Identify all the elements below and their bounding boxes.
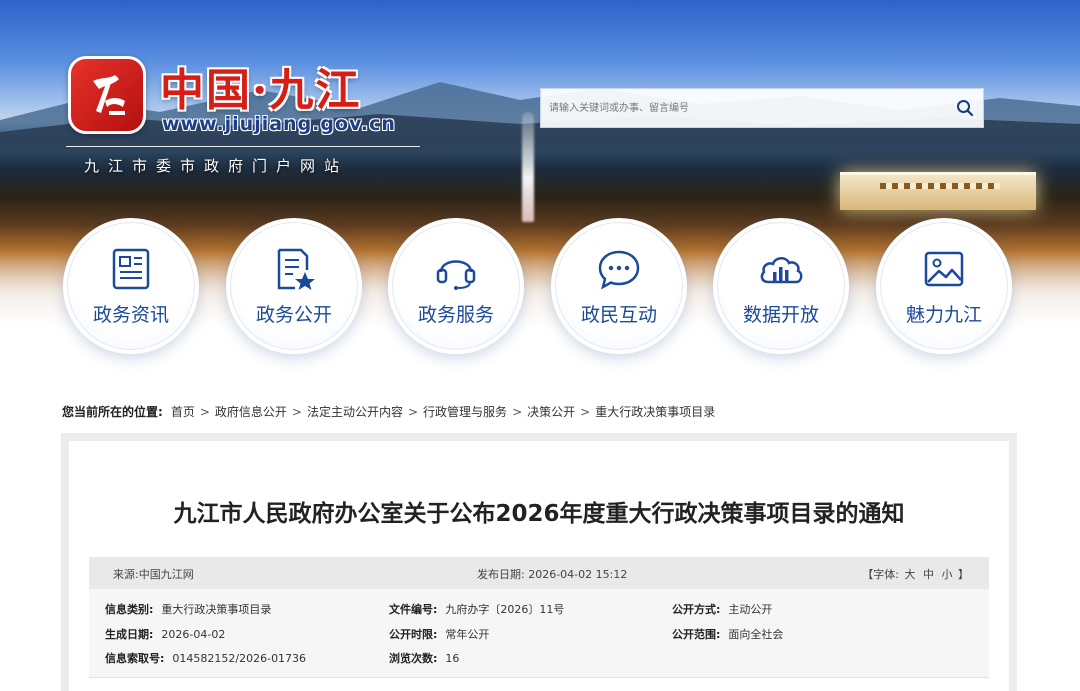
- date-label: 发布日期:: [477, 568, 525, 581]
- headset-icon: [436, 260, 476, 290]
- info-value: 主动公开: [728, 603, 773, 616]
- logo-divider: [66, 146, 420, 147]
- breadcrumb: 您当前所在的位置: 首页 > 政府信息公开 > 法定主动公开内容 > 行政管理与…: [62, 403, 715, 420]
- search-box: [540, 88, 984, 128]
- article-date: 发布日期: 2026-04-02 15:12: [477, 566, 627, 582]
- info-value: 常年公开: [445, 628, 490, 641]
- breadcrumb-separator: >: [407, 404, 419, 419]
- info-doc-number: 文件编号: 九府办字〔2026〕11号: [389, 601, 564, 617]
- nav-label: 数据开放: [742, 304, 819, 326]
- nav-item-interaction[interactable]: 政民互动: [551, 218, 687, 354]
- info-value: 九府办字〔2026〕11号: [445, 603, 565, 616]
- info-key: 生成日期:: [105, 628, 154, 641]
- breadcrumb-item-home[interactable]: 首页: [171, 403, 195, 420]
- breadcrumb-item-current[interactable]: 重大行政决策事项目录: [595, 403, 715, 420]
- font-size-small-button[interactable]: 小: [942, 568, 953, 581]
- info-table: 信息类别: 重大行政决策事项目录 文件编号: 九府办字〔2026〕11号 公开方式:…: [89, 589, 989, 677]
- nav-label: 政务资讯: [92, 304, 169, 326]
- info-value: 面向全社会: [728, 628, 784, 641]
- font-size-medium-button[interactable]: 中: [923, 568, 934, 581]
- document-star-icon: [277, 248, 315, 290]
- info-key: 文件编号:: [389, 603, 438, 616]
- site-subtitle: 九江市委市政府门户网站: [84, 157, 349, 175]
- nav-item-services[interactable]: 政务服务: [388, 218, 524, 354]
- source-value: 中国九江网: [138, 568, 194, 581]
- chat-bubble-icon: [598, 250, 640, 290]
- building-image: [840, 172, 1036, 210]
- breadcrumb-item-decision[interactable]: 决策公开: [527, 403, 575, 420]
- main-nav: 政务资讯 政务公开 政务服务 政民互动 数据开放 魅力九江: [0, 218, 1080, 358]
- font-prefix: 【字体:: [862, 568, 899, 581]
- info-open-mode: 公开方式: 主动公开: [672, 601, 772, 617]
- search-button[interactable]: [947, 89, 983, 127]
- nav-label: 魅力九江: [905, 304, 982, 326]
- breadcrumb-separator: >: [512, 404, 523, 419]
- site-logo-icon[interactable]: [68, 56, 146, 134]
- nav-item-charm-jiujiang[interactable]: 魅力九江: [876, 218, 1012, 354]
- info-index-number: 信息索取号: 014582152/2026-01736: [105, 650, 306, 666]
- date-value: 2026-04-02 15:12: [528, 568, 628, 581]
- nav-label: 政务服务: [417, 304, 494, 326]
- font-size-selector: 【字体: 大 中 小 】: [862, 566, 969, 582]
- logo-emblem-icon: [93, 75, 125, 115]
- nav-label: 政民互动: [580, 304, 657, 326]
- site-title: 中国·九江: [160, 65, 362, 116]
- info-value: 16: [445, 652, 460, 665]
- info-created-date: 生成日期: 2026-04-02: [105, 626, 225, 642]
- search-icon: [957, 100, 974, 117]
- newspaper-icon: [112, 248, 150, 290]
- nav-item-news[interactable]: 政务资讯: [63, 218, 199, 354]
- info-key: 公开范围:: [672, 628, 721, 641]
- info-category: 信息类别: 重大行政决策事项目录: [105, 601, 271, 617]
- info-value: 2026-04-02: [161, 628, 226, 641]
- info-key: 公开方式:: [672, 603, 721, 616]
- info-value: 重大行政决策事项目录: [161, 603, 272, 616]
- nav-item-open-government[interactable]: 政务公开: [226, 218, 362, 354]
- info-key: 公开时限:: [389, 628, 438, 641]
- fountain-image: [522, 112, 534, 222]
- source-label: 来源:: [113, 568, 139, 581]
- breadcrumb-item-gov-info[interactable]: 政府信息公开: [215, 403, 287, 420]
- nav-item-open-data[interactable]: 数据开放: [713, 218, 849, 354]
- nav-label: 政务公开: [255, 304, 332, 326]
- font-suffix: 】: [958, 568, 969, 581]
- cloud-chart-icon: [760, 257, 803, 284]
- breadcrumb-separator: >: [291, 404, 302, 419]
- breadcrumb-lead: 您当前所在的位置:: [62, 405, 163, 419]
- search-input[interactable]: [541, 89, 947, 127]
- info-view-count: 浏览次数: 16: [389, 650, 459, 666]
- article-source: 来源:中国九江网: [113, 566, 194, 582]
- info-table-bottom-border: [89, 677, 989, 678]
- breadcrumb-separator: >: [580, 404, 591, 419]
- picture-icon: [924, 251, 964, 287]
- article-title: 九江市人民政府办公室关于公布2026年度重大行政决策事项目录的通知: [173, 501, 905, 527]
- breadcrumb-separator: >: [199, 404, 210, 419]
- article-meta-bar: 来源:中国九江网 发布日期: 2026-04-02 15:12 【字体: 大 中…: [89, 557, 989, 589]
- breadcrumb-item-statutory[interactable]: 法定主动公开内容: [307, 403, 403, 420]
- info-open-period: 公开时限: 常年公开: [389, 626, 489, 642]
- breadcrumb-item-admin-service[interactable]: 行政管理与服务: [423, 403, 507, 420]
- info-value: 014582152/2026-01736: [172, 652, 307, 665]
- site-url: www.jiujiang.gov.cn: [162, 113, 396, 135]
- info-key: 信息类别:: [105, 603, 154, 616]
- info-key: 信息索取号:: [105, 652, 165, 665]
- font-size-large-button[interactable]: 大: [905, 568, 916, 581]
- info-open-scope: 公开范围: 面向全社会: [672, 626, 783, 642]
- info-key: 浏览次数:: [389, 652, 438, 665]
